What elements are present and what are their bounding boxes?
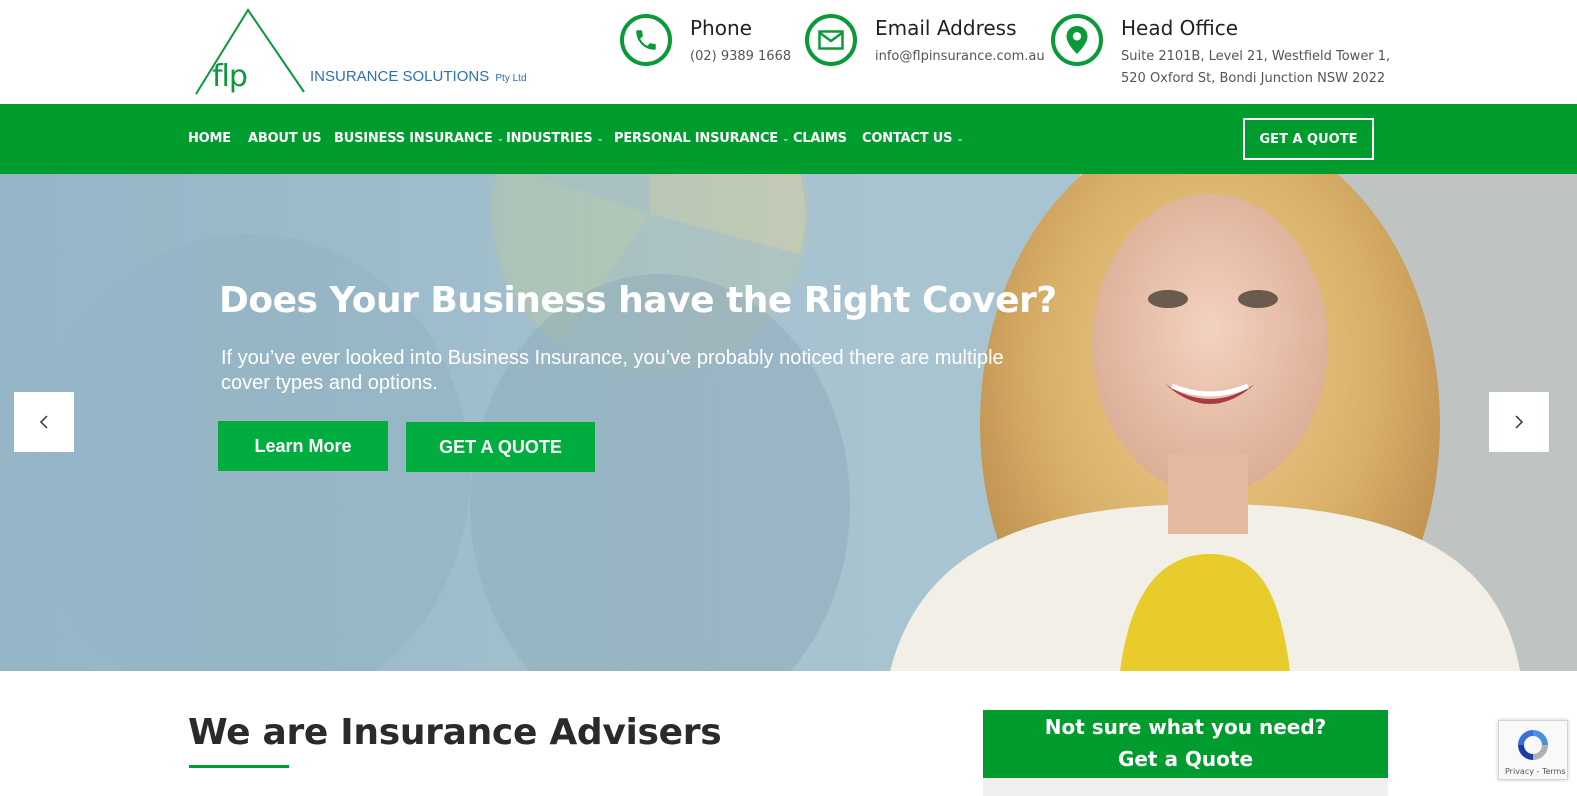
main-nav: HOME ABOUT US BUSINESS INSURANCE ⌄ INDUST… <box>0 104 1577 174</box>
contact-phone-line[interactable]: (02) 9389 1668 <box>690 46 791 68</box>
hero-title: Does Your Business have the Right Cover? <box>219 280 1057 321</box>
nav-item-label: CONTACT US <box>862 131 953 146</box>
recaptcha-links[interactable]: Privacy - Terms <box>1505 767 1566 776</box>
hero-subtitle: If you’ve ever looked into Business Insu… <box>221 347 1004 394</box>
nav-item-contact-us[interactable]: CONTACT US ⌄ <box>862 131 964 146</box>
contact-phone-label: Phone <box>690 16 752 40</box>
recaptcha-badge[interactable]: Privacy - Terms <box>1498 720 1568 780</box>
top-header: flp INSURANCE SOLUTIONS Pty Ltd Phone (0… <box>0 0 1577 104</box>
chevron-right-icon <box>1515 415 1524 429</box>
hero-get-quote-button[interactable]: GET A QUOTE <box>406 422 595 472</box>
quote-cta-line-1: Not sure what you need? <box>1044 715 1327 739</box>
hero-slider: Does Your Business have the Right Cover?… <box>0 174 1577 671</box>
quote-cta-box[interactable]: Not sure what you need? Get a Quote <box>983 710 1388 778</box>
chevron-down-icon: ⌄ <box>596 134 604 144</box>
nav-item-label: CLAIMS <box>793 131 847 146</box>
nav-item-label: INDUSTRIES <box>506 131 593 146</box>
nav-item-business-insurance[interactable]: BUSINESS INSURANCE ⌄ <box>334 131 504 146</box>
recaptcha-icon <box>1518 730 1548 760</box>
contact-email-value[interactable]: info@flpinsurance.com.au <box>875 46 1045 68</box>
chevron-down-icon: ⌄ <box>496 134 505 144</box>
chevron-down-icon: ⌄ <box>782 134 790 144</box>
logo-triangle-icon <box>195 8 305 95</box>
logo-name: INSURANCE SOLUTIONS Pty Ltd <box>310 68 527 85</box>
quote-form-panel <box>983 778 1388 796</box>
location-pin-icon <box>1051 14 1103 66</box>
phone-icon <box>620 14 672 66</box>
nav-item-label: BUSINESS INSURANCE <box>334 131 493 146</box>
nav-item-label: HOME <box>188 131 231 146</box>
nav-item-label: ABOUT US <box>248 131 322 146</box>
logo-name-text: INSURANCE SOLUTIONS <box>310 68 490 85</box>
section-title-underline <box>189 765 289 768</box>
section-title: We are Insurance Advisers <box>188 712 722 753</box>
nav-get-quote-button[interactable]: GET A QUOTE <box>1243 118 1374 160</box>
slider-prev-button[interactable] <box>14 392 74 452</box>
contact-office-line-1: Suite 2101B, Level 21, Westfield Tower 1… <box>1121 49 1391 64</box>
contact-office-label: Head Office <box>1121 16 1239 40</box>
chevron-left-icon <box>39 415 48 429</box>
nav-item-about-us[interactable]: ABOUT US <box>248 131 321 146</box>
nav-item-industries[interactable]: INDUSTRIES ⌄ <box>506 131 604 146</box>
nav-item-claims[interactable]: CLAIMS <box>793 131 847 146</box>
site-logo[interactable]: flp INSURANCE SOLUTIONS Pty Ltd <box>192 6 537 98</box>
chevron-down-icon: ⌄ <box>956 134 964 144</box>
learn-more-button[interactable]: Learn More <box>218 421 388 471</box>
nav-item-label: PERSONAL INSURANCE <box>614 131 778 146</box>
contact-email-label: Email Address <box>875 16 1017 40</box>
nav-item-home[interactable]: HOME <box>188 131 231 146</box>
contact-office-value: Suite 2101B, Level 21, Westfield Tower 1… <box>1121 46 1390 90</box>
logo-mark: flp <box>212 59 248 94</box>
contact-office-line-2: 520 Oxford St, Bondi Junction NSW 2022 <box>1121 71 1386 86</box>
contact-email-line[interactable]: info@flpinsurance.com.au <box>875 46 1045 68</box>
slider-next-button[interactable] <box>1489 392 1549 452</box>
contact-phone-value[interactable]: (02) 9389 1668 <box>690 46 791 68</box>
logo-suffix: Pty Ltd <box>495 73 527 84</box>
quote-cta-line-2[interactable]: Get a Quote <box>983 743 1388 775</box>
nav-item-personal-insurance[interactable]: PERSONAL INSURANCE ⌄ <box>614 131 790 146</box>
email-icon <box>805 14 857 66</box>
